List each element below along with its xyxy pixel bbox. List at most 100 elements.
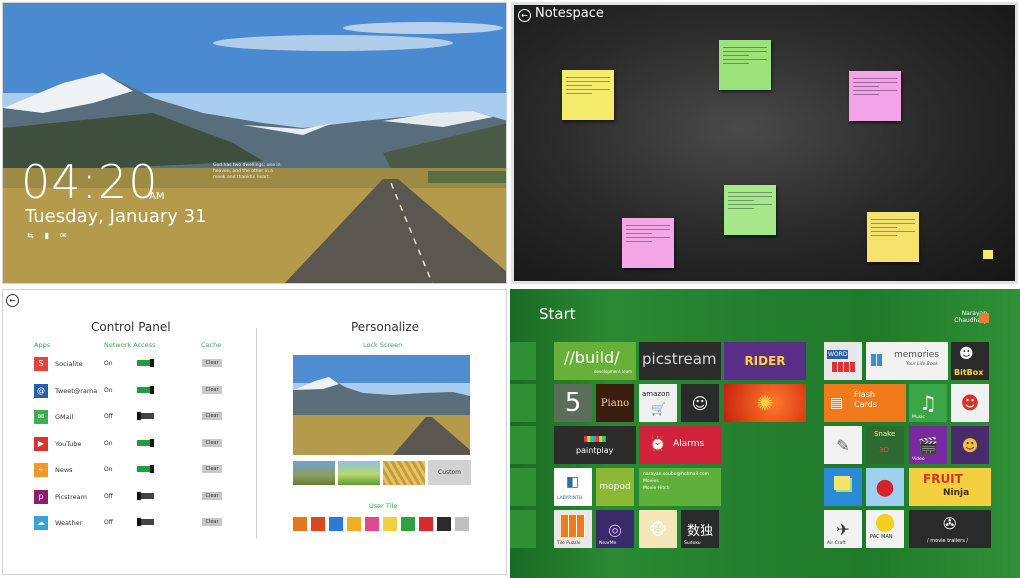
user-tile-option[interactable]	[383, 517, 397, 531]
tile-paintplay[interactable]: paintplay	[554, 426, 636, 464]
tile-movie-trailers[interactable]: ✇ / movie trailers /	[909, 510, 991, 548]
clear-cache-button[interactable]: Clear	[202, 412, 222, 420]
sticky-note[interactable]	[849, 71, 901, 121]
user-tile-option[interactable]	[365, 517, 379, 531]
personalize-title: Personalize	[351, 320, 420, 334]
labyrinth-icon: ◧	[566, 474, 580, 490]
tile-amazon[interactable]: amazon 🛒	[639, 384, 677, 422]
notespace-panel: ← Notespace	[511, 2, 1018, 284]
notespace-title: Notespace	[535, 6, 604, 21]
start-side-tile-5[interactable]	[510, 510, 536, 548]
sticky-note[interactable]	[562, 70, 614, 120]
tile-piano[interactable]: Piano	[596, 384, 634, 422]
tile-monkey-game[interactable]: 🐵	[639, 510, 677, 548]
panel-divider	[256, 328, 257, 538]
app-name: Tweet@rama	[55, 386, 98, 395]
app-icon: p	[34, 489, 48, 504]
sticky-note[interactable]	[867, 212, 919, 262]
tile-word[interactable]: WORD	[824, 342, 862, 380]
user-tile-option[interactable]	[347, 517, 361, 531]
user-tile-option[interactable]	[437, 517, 451, 531]
tile-tropic-rider[interactable]: RIDER	[724, 342, 806, 380]
tile-picstream[interactable]: picstream	[639, 342, 721, 380]
user-tile-option[interactable]	[329, 517, 343, 531]
tile-labyrinth[interactable]: ◧ LABYRINTH	[554, 468, 592, 506]
cards-icon: ▤	[830, 395, 844, 411]
sticky-note[interactable]	[724, 185, 776, 235]
lock-screen-preview[interactable]	[293, 355, 470, 455]
tile-bitbox[interactable]: ☻ BitBox	[951, 342, 989, 380]
lock-ampm: AM	[149, 191, 165, 202]
app-icon: ☁	[34, 516, 48, 530]
tile-tile-puzzle[interactable]: Tile Puzzle	[554, 510, 592, 548]
lock-screen-landscape	[3, 3, 506, 283]
sticky-note[interactable]	[622, 218, 674, 268]
app-row: p Picstream Off Clear	[34, 489, 224, 508]
network-toggle[interactable]	[137, 438, 154, 447]
background-thumb-2[interactable]	[338, 461, 380, 485]
tile-pacman[interactable]: PAC MAN	[866, 510, 904, 548]
start-side-tile-3[interactable]	[510, 426, 536, 464]
user-tile-option[interactable]	[401, 517, 415, 531]
network-toggle[interactable]	[137, 465, 154, 473]
start-side-tile-1[interactable]	[510, 342, 536, 380]
tile-music[interactable]: ♫ Music	[909, 384, 947, 422]
tile-flash-cards[interactable]: ▤ Flash Cards	[824, 384, 906, 422]
tile-mario[interactable]: ☻	[951, 384, 989, 422]
user-tile-option[interactable]	[455, 517, 469, 531]
start-side-tile-4[interactable]	[510, 468, 536, 506]
start-side-tile-2[interactable]	[510, 384, 536, 422]
user-tile-option[interactable]	[419, 517, 433, 531]
background-thumb-1[interactable]	[293, 461, 335, 485]
clear-cache-button[interactable]: Clear	[202, 518, 222, 526]
monkey-icon: 🐵	[648, 519, 668, 539]
mini-note-icon[interactable]	[983, 250, 993, 259]
sketch-icon: ✎	[836, 435, 850, 455]
clear-cache-button[interactable]: Clear	[202, 438, 222, 447]
character-icon: ☻	[959, 346, 974, 362]
network-toggle[interactable]	[137, 385, 154, 394]
tile-memories[interactable]: memories Your Life Book	[866, 342, 948, 380]
tile-snake[interactable]: Snake 3D	[866, 426, 904, 464]
tile-fruit-ninja[interactable]: FRUIT Ninja	[909, 468, 991, 506]
tile-nearme[interactable]: ◎ NearMe	[596, 510, 634, 548]
tile-sketch[interactable]: ✎	[824, 426, 862, 464]
tile-air-craft[interactable]: ✈ Air Craft	[824, 510, 862, 548]
tile-alarms[interactable]: ⏰ Alarms	[639, 426, 721, 464]
app-row: ⌁ News On Clear	[34, 463, 224, 481]
background-thumb-3[interactable]	[383, 461, 425, 485]
app-name: Socialite	[55, 360, 83, 368]
lock-clock: 04:20	[21, 155, 159, 209]
tile-notespace[interactable]	[824, 468, 862, 506]
clear-cache-button[interactable]: Clear	[202, 491, 222, 500]
settings-panel: ← Control Panel Apps Network Access Cach…	[2, 289, 507, 575]
user-tile-option[interactable]	[293, 517, 307, 531]
tile-angry-birds[interactable]: ●	[866, 468, 904, 506]
tile-sudoku[interactable]: 数独 Sudoku	[681, 510, 719, 548]
user-tile-option[interactable]	[311, 517, 325, 531]
network-icon: ⇆	[27, 231, 34, 240]
custom-button[interactable]: Custom	[428, 460, 471, 485]
bird-icon: ●	[875, 474, 895, 500]
tile-mail[interactable]: narayan.soubo@hotmail.com Movies Movie H…	[639, 468, 721, 506]
network-toggle[interactable]	[137, 412, 154, 420]
tile-build[interactable]: //build/ development team	[554, 342, 636, 380]
app-row: S Socialite On Clear	[34, 357, 224, 375]
network-toggle[interactable]	[137, 359, 154, 367]
tile-game-purple[interactable]: ☻	[951, 426, 989, 464]
avatar[interactable]	[979, 313, 989, 323]
battery-icon: ▮	[44, 231, 50, 240]
back-arrow-icon[interactable]: ←	[518, 9, 531, 22]
clear-cache-button[interactable]: Clear	[202, 385, 222, 394]
network-toggle[interactable]	[137, 491, 154, 500]
back-arrow-icon[interactable]: ←	[6, 294, 19, 307]
tile-pictures[interactable]: ✺	[724, 384, 806, 422]
tile-five[interactable]: 5	[554, 384, 592, 422]
network-toggle[interactable]	[137, 518, 154, 526]
tile-mopod[interactable]: mopod	[596, 468, 634, 506]
clear-cache-button[interactable]: Clear	[202, 359, 222, 367]
clear-cache-button[interactable]: Clear	[202, 465, 222, 473]
sticky-note[interactable]	[719, 40, 771, 90]
tile-video[interactable]: 🎬 Video	[909, 426, 947, 464]
tile-zen[interactable]: ☺	[681, 384, 719, 422]
